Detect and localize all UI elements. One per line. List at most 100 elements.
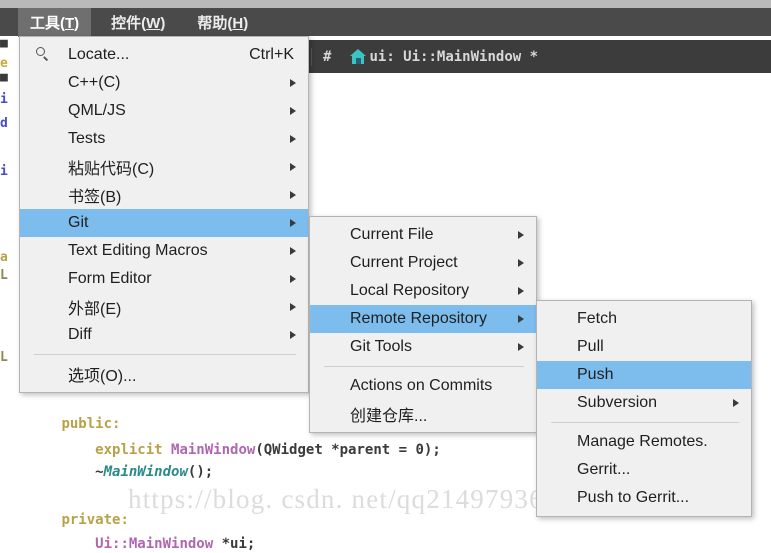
tools-menu-item[interactable]: 书签(B) — [20, 181, 308, 209]
remote-menu-item-label: Gerrit... — [577, 461, 631, 478]
chevron-right-icon — [518, 287, 524, 295]
search-icon — [36, 47, 49, 61]
gutter-glyph: d — [0, 116, 8, 131]
tools-menu-item[interactable]: 粘贴代码(C) — [20, 153, 308, 181]
chevron-right-icon — [518, 343, 524, 351]
menubar-item-widgets[interactable]: 控件(W) — [99, 8, 177, 37]
remote-menu-item[interactable]: Manage Remotes. — [537, 428, 751, 456]
chevron-right-icon — [518, 259, 524, 267]
gutter-glyph: L — [0, 350, 8, 365]
git-menu-item[interactable]: Actions on Commits — [310, 372, 536, 400]
remote-menu-item-label: Pull — [577, 338, 604, 355]
tools-menu-item-label: Form Editor — [68, 270, 152, 287]
menubar-item-label-suffix: ) — [74, 14, 80, 32]
menubar-item-help[interactable]: 帮助(H) — [185, 8, 260, 37]
code-dtor-parens: (); — [187, 464, 214, 480]
menu-separator — [324, 366, 524, 367]
tools-menu-item-label: 书签(B) — [68, 189, 122, 206]
tools-menu-item-shortcut: Ctrl+K — [249, 46, 294, 63]
class-home-icon — [350, 49, 367, 64]
chevron-right-icon — [290, 135, 296, 143]
tools-menu-item-label: Text Editing Macros — [68, 242, 208, 259]
remote-menu-item-label: Manage Remotes. — [577, 433, 708, 450]
remote-menu-item[interactable]: Fetch — [537, 305, 751, 333]
remote-menu-item-label: Subversion — [577, 394, 658, 411]
chevron-right-icon — [518, 315, 524, 323]
chevron-right-icon — [290, 79, 296, 87]
gutter-glyph: i — [0, 164, 8, 179]
qt-creator-screenshot: × # ui: Ui::MainWindow * ■e■idiaLL publi… — [0, 0, 771, 553]
chevron-right-icon — [518, 231, 524, 239]
git-menu-item-label: Git Tools — [350, 338, 412, 355]
remote-menu-item-label: Fetch — [577, 310, 618, 327]
tools-menu-item[interactable]: Git — [20, 209, 308, 237]
hash-marker: # — [323, 48, 332, 65]
chevron-right-icon — [290, 163, 296, 171]
chevron-right-icon — [290, 331, 296, 339]
tools-menu-item[interactable]: 外部(E) — [20, 293, 308, 321]
git-menu-item-label: Remote Repository — [350, 310, 487, 327]
gutter-glyph: i — [0, 92, 8, 107]
menu-bar: 工具(T) 控件(W) 帮助(H) — [0, 7, 771, 37]
menu-separator — [34, 354, 296, 355]
tools-menu-item[interactable]: Locate... Ctrl+K — [20, 41, 308, 69]
remote-menu-item[interactable]: Pull — [537, 333, 751, 361]
git-menu-item-label: Current File — [350, 226, 434, 243]
menubar-item-mnemonic: H — [232, 14, 244, 32]
remote-menu-item[interactable]: Push — [537, 361, 751, 389]
menubar-item-label-suffix: ) — [160, 14, 166, 32]
tools-menu-item-label: 粘贴代码(C) — [68, 161, 155, 178]
git-menu-item[interactable]: Current Project — [310, 249, 536, 277]
tools-menu-item-label: Diff — [68, 326, 92, 343]
remote-menu-item[interactable]: Push to Gerrit... — [537, 484, 751, 512]
editor-tab-bar: × # ui: Ui::MainWindow * — [281, 40, 771, 73]
chevron-right-icon — [290, 107, 296, 115]
remote-menu-item[interactable]: Gerrit... — [537, 456, 751, 484]
gutter-glyph: L — [0, 268, 8, 283]
menubar-item-label-suffix: ) — [243, 14, 249, 32]
tools-menu-item-label: C++(C) — [68, 74, 121, 91]
menubar-item-mnemonic: W — [146, 14, 161, 32]
git-menu-item[interactable]: Git Tools — [310, 333, 536, 361]
git-menu-item[interactable]: Remote Repository — [310, 305, 536, 333]
git-submenu-popup: Current File Current Project Local Reposit… — [309, 216, 537, 433]
tools-menu-item-label: Git — [68, 214, 89, 231]
remote-menu-item-label: Push to Gerrit... — [577, 489, 690, 506]
git-menu-item-label: 创建仓库... — [350, 408, 428, 425]
tools-menu-item[interactable]: C++(C) — [20, 69, 308, 97]
editor-tab-label[interactable]: ui: Ui::MainWindow * — [369, 49, 538, 65]
code-dtor-name: MainWindow — [103, 464, 188, 480]
tools-menu-item[interactable]: Tests — [20, 125, 308, 153]
git-menu-item[interactable]: Local Repository — [310, 277, 536, 305]
git-menu-item[interactable]: 创建仓库... — [310, 400, 536, 428]
remote-menu-item[interactable]: Subversion — [537, 389, 751, 417]
chevron-right-icon — [290, 303, 296, 311]
git-menu-item-label: Actions on Commits — [350, 377, 493, 394]
git-menu-item-label: Local Repository — [350, 282, 470, 299]
tools-menu-item[interactable]: Diff — [20, 321, 308, 349]
tools-menu-item[interactable]: Form Editor — [20, 265, 308, 293]
tools-menu-item[interactable]: QML/JS — [20, 97, 308, 125]
menubar-item-tools[interactable]: 工具(T) — [18, 7, 92, 37]
git-menu-item-label: Current Project — [350, 254, 458, 271]
gutter-glyph: ■ — [0, 70, 8, 85]
menubar-item-label: 工具( — [30, 14, 65, 32]
tools-menu-item[interactable]: 选项(O)... — [20, 360, 308, 388]
tools-menu-item-label: Tests — [68, 130, 106, 147]
tools-menu-item-label: 外部(E) — [68, 301, 122, 318]
chevron-right-icon — [290, 219, 296, 227]
tools-menu-item-label: 选项(O)... — [68, 368, 137, 385]
tools-menu-popup: Locate... Ctrl+K C++(C) QML/JS Tests 粘贴代码(C) 书… — [19, 36, 309, 393]
menubar-item-label: 控件( — [111, 14, 147, 32]
chevron-right-icon — [290, 191, 296, 199]
chevron-right-icon — [733, 399, 739, 407]
code-dtor-tilde: ~ — [61, 464, 104, 480]
menubar-item-label: 帮助( — [197, 14, 233, 32]
tab-divider — [311, 47, 313, 66]
tools-menu-item[interactable]: Text Editing Macros — [20, 237, 308, 265]
code-ui-var: *ui; — [221, 536, 256, 552]
git-menu-item[interactable]: Current File — [310, 221, 536, 249]
tools-menu-item-label: Locate... — [68, 46, 130, 63]
code-ui-type: Ui::MainWindow — [61, 536, 222, 552]
chevron-right-icon — [290, 275, 296, 283]
